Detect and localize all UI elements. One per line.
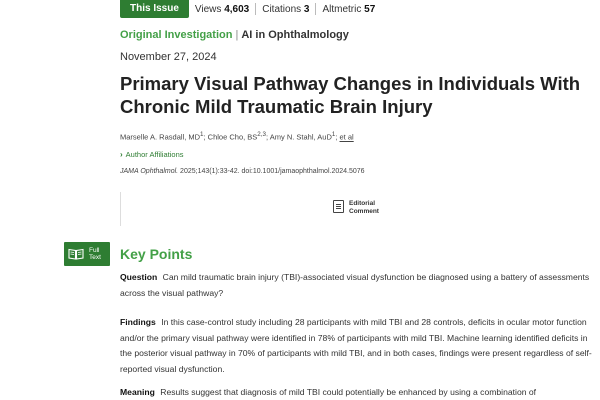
key-point-meaning: Meaning Results suggest that diagnosis o… — [120, 385, 592, 400]
citations-value: 3 — [303, 3, 310, 15]
editorial-comment-label: Editorial Comment — [349, 200, 379, 216]
altmetric-label: Altmetric — [322, 3, 362, 15]
author-name[interactable]: ; Chloe Cho, BS — [204, 133, 258, 142]
views-value: 4,603 — [224, 3, 250, 15]
article-topic[interactable]: AI in Ophthalmology — [241, 29, 349, 41]
meaning-label: Meaning — [120, 387, 155, 397]
citation-line: JAMA Ophthalmol. 2025;143(1):33-42. doi:… — [120, 168, 365, 175]
question-label: Question — [120, 272, 158, 282]
author-name[interactable]: Marselle A. Rasdall, MD — [120, 133, 200, 142]
author-list: Marselle A. Rasdall, MD1; Chloe Cho, BS2… — [120, 131, 354, 142]
editorial-comment-link[interactable]: Editorial Comment — [333, 200, 379, 216]
author-affiliations-toggle[interactable]: › Author Affiliations — [120, 150, 184, 159]
article-metrics-bar: This Issue Views 4,603 Citations 3 Altme… — [120, 0, 375, 18]
key-point-findings: Findings In this case-control study incl… — [120, 315, 592, 377]
views-metric: Views 4,603 — [195, 4, 249, 15]
metric-divider — [255, 3, 257, 15]
author-name[interactable]: ; Amy N. Stahl, AuD — [266, 133, 332, 142]
findings-text: In this case-control study including 28 … — [120, 317, 592, 374]
key-points-heading: Key Points — [120, 246, 193, 262]
full-text-button[interactable]: Full Text — [64, 242, 110, 266]
question-text: Can mild traumatic brain injury (TBI)-as… — [120, 272, 590, 298]
citations-metric[interactable]: Citations 3 — [262, 4, 309, 15]
journal-abbrev: JAMA Ophthalmol. — [120, 168, 179, 175]
editorial-line1: Editorial — [349, 200, 376, 207]
chevron-right-icon: › — [120, 150, 123, 159]
divider — [120, 192, 121, 226]
altmetric-value: 57 — [364, 3, 376, 15]
section-separator: | — [235, 29, 239, 41]
full-text-line2: Text — [89, 254, 101, 261]
et-al-link[interactable]: et al — [340, 133, 354, 142]
findings-label: Findings — [120, 317, 156, 327]
metric-divider — [315, 3, 317, 15]
full-text-label: Full Text — [89, 247, 101, 262]
citations-label: Citations — [262, 3, 302, 15]
citation-details: 2025;143(1):33-42. doi:10.1001/jamaophth… — [178, 168, 365, 175]
publication-date: November 27, 2024 — [120, 51, 217, 63]
meaning-text: Results suggest that diagnosis of mild T… — [160, 387, 537, 397]
book-icon — [68, 248, 84, 260]
editorial-line2: Comment — [349, 208, 379, 215]
article-section-line: Original Investigation | AI in Ophthalmolo… — [120, 29, 349, 41]
article-title: Primary Visual Pathway Changes in Indivi… — [120, 73, 581, 117]
document-icon — [333, 200, 344, 213]
key-point-question: Question Can mild traumatic brain injury… — [120, 270, 592, 301]
views-label: Views — [194, 3, 222, 15]
this-issue-button[interactable]: This Issue — [120, 0, 189, 18]
altmetric-metric[interactable]: Altmetric 57 — [322, 4, 375, 15]
full-text-line1: Full — [89, 246, 100, 254]
article-type[interactable]: Original Investigation — [120, 29, 232, 41]
author-affiliation-number: 2,3 — [257, 131, 266, 138]
author-affiliations-label: Author Affiliations — [125, 150, 184, 159]
